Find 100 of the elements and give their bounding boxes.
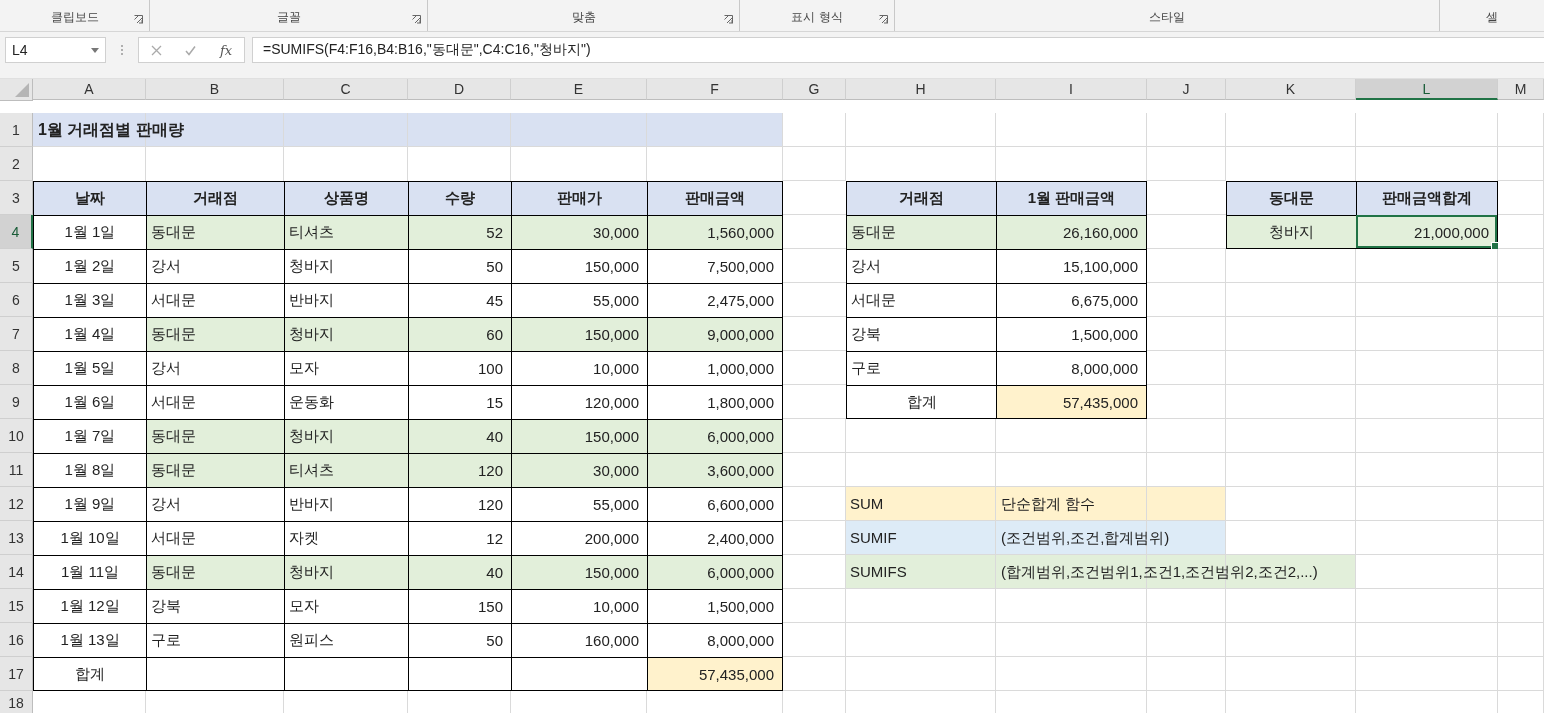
column-header[interactable]: B	[146, 79, 284, 100]
dialog-launcher-icon[interactable]	[134, 15, 143, 24]
row-header[interactable]: 12	[0, 487, 33, 521]
table-cell[interactable]: 거래점	[846, 181, 996, 215]
table-cell[interactable]: 강서	[146, 249, 284, 283]
table-cell[interactable]: 청바지	[284, 419, 408, 453]
checkmark-icon[interactable]	[185, 44, 197, 56]
column-header[interactable]: G	[783, 79, 846, 100]
row-header[interactable]: 16	[0, 623, 33, 657]
table-cell[interactable]: 57,435,000	[647, 657, 783, 691]
row-header[interactable]: 3	[0, 181, 33, 215]
table-cell[interactable]: 57,435,000	[996, 385, 1147, 419]
table-cell[interactable]: 150	[408, 589, 511, 623]
column-header[interactable]: E	[511, 79, 647, 100]
table-cell[interactable]: 판매가	[511, 181, 647, 215]
dialog-launcher-icon[interactable]	[879, 15, 888, 24]
table-cell[interactable]: 강서	[846, 249, 996, 283]
table-cell[interactable]: 강북	[846, 317, 996, 351]
table-cell[interactable]: 50	[408, 623, 511, 657]
row-header[interactable]: 5	[0, 249, 33, 283]
table-cell[interactable]: 120	[408, 487, 511, 521]
row-header[interactable]: 1	[0, 113, 33, 147]
table-cell[interactable]: 동대문	[146, 215, 284, 249]
table-cell[interactable]: 강서	[146, 487, 284, 521]
table-cell[interactable]: 30,000	[511, 215, 647, 249]
table-cell[interactable]: 1월 13일	[33, 623, 146, 657]
column-header[interactable]: M	[1498, 79, 1544, 100]
column-header[interactable]: I	[996, 79, 1147, 100]
table-cell[interactable]: 동대문	[146, 453, 284, 487]
row-header[interactable]: 18	[0, 691, 33, 713]
table-cell[interactable]: 40	[408, 419, 511, 453]
table-cell[interactable]: (조건범위,조건,합계범위)	[996, 521, 1170, 555]
table-cell[interactable]: SUM	[846, 487, 996, 521]
table-cell[interactable]: 6,000,000	[647, 555, 783, 589]
table-cell[interactable]: 6,000,000	[647, 419, 783, 453]
table-cell[interactable]: 10,000	[511, 351, 647, 385]
table-cell[interactable]: 40	[408, 555, 511, 589]
table-cell[interactable]: 21,000,000	[1356, 215, 1498, 249]
table-cell[interactable]: 30,000	[511, 453, 647, 487]
table-cell[interactable]: 1월 거래점별 판매량	[33, 113, 184, 147]
table-cell[interactable]: 판매금액	[647, 181, 783, 215]
table-cell[interactable]: 합계	[846, 385, 996, 419]
table-cell[interactable]: 6,675,000	[996, 283, 1147, 317]
table-cell[interactable]: 합계	[33, 657, 146, 691]
table-cell[interactable]: 서대문	[846, 283, 996, 317]
table-cell[interactable]: 구로	[846, 351, 996, 385]
dialog-launcher-icon[interactable]	[412, 15, 421, 24]
table-cell[interactable]: 100	[408, 351, 511, 385]
row-header[interactable]: 14	[0, 555, 33, 589]
table-cell[interactable]: 티셔츠	[284, 215, 408, 249]
table-cell[interactable]: 1월 2일	[33, 249, 146, 283]
table-cell[interactable]: 동대문	[146, 317, 284, 351]
table-cell[interactable]: 3,600,000	[647, 453, 783, 487]
table-cell[interactable]: 52	[408, 215, 511, 249]
table-cell[interactable]: 10,000	[511, 589, 647, 623]
table-cell[interactable]: SUMIF	[846, 521, 996, 555]
table-cell[interactable]: 티셔츠	[284, 453, 408, 487]
table-cell[interactable]: 1월 6일	[33, 385, 146, 419]
table-cell[interactable]: 모자	[284, 589, 408, 623]
row-header[interactable]: 15	[0, 589, 33, 623]
table-cell[interactable]: 160,000	[511, 623, 647, 657]
column-header[interactable]: A	[33, 79, 146, 100]
table-cell[interactable]: (합계범위,조건범위1,조건1,조건범위2,조건2,...)	[996, 555, 1318, 589]
table-cell[interactable]: 거래점	[146, 181, 284, 215]
table-cell[interactable]: 60	[408, 317, 511, 351]
table-cell[interactable]: 1월 3일	[33, 283, 146, 317]
table-cell[interactable]: 1월 5일	[33, 351, 146, 385]
row-header[interactable]: 13	[0, 521, 33, 555]
table-cell[interactable]: 9,000,000	[647, 317, 783, 351]
drag-handle-icon[interactable]	[120, 44, 124, 56]
table-cell[interactable]: 6,600,000	[647, 487, 783, 521]
table-cell[interactable]: 강북	[146, 589, 284, 623]
column-header[interactable]: L	[1356, 79, 1498, 100]
table-cell[interactable]: SUMIFS	[846, 555, 996, 589]
dialog-launcher-icon[interactable]	[724, 15, 733, 24]
row-header[interactable]: 8	[0, 351, 33, 385]
row-header[interactable]: 17	[0, 657, 33, 691]
name-box[interactable]: L4	[5, 37, 106, 63]
table-cell[interactable]: 15,100,000	[996, 249, 1147, 283]
row-header[interactable]: 6	[0, 283, 33, 317]
table-cell[interactable]: 강서	[146, 351, 284, 385]
table-cell[interactable]: 50	[408, 249, 511, 283]
table-cell[interactable]: 동대문	[846, 215, 996, 249]
table-cell[interactable]: 1월 12일	[33, 589, 146, 623]
table-cell[interactable]: 1월 9일	[33, 487, 146, 521]
table-cell[interactable]: 150,000	[511, 419, 647, 453]
table-cell[interactable]: 150,000	[511, 555, 647, 589]
insert-function-button[interactable]: fx	[220, 42, 233, 58]
table-cell[interactable]: 1,560,000	[647, 215, 783, 249]
table-cell[interactable]: 1,500,000	[647, 589, 783, 623]
table-cell[interactable]: 상품명	[284, 181, 408, 215]
table-cell[interactable]: 구로	[146, 623, 284, 657]
table-cell[interactable]: 청바지	[284, 317, 408, 351]
row-header[interactable]: 2	[0, 147, 33, 181]
table-cell[interactable]: 수량	[408, 181, 511, 215]
column-header[interactable]: H	[846, 79, 996, 100]
row-header[interactable]: 9	[0, 385, 33, 419]
table-cell[interactable]: 120	[408, 453, 511, 487]
table-cell[interactable]: 동대문	[146, 419, 284, 453]
column-header[interactable]: D	[408, 79, 511, 100]
